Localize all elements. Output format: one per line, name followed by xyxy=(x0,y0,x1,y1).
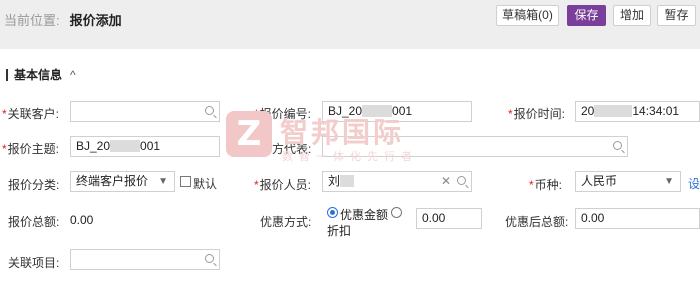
discount-amount-option-label: 优惠金额 xyxy=(340,208,389,222)
staff-label: *报价人员: xyxy=(254,178,312,192)
default-label: 默认 xyxy=(193,177,218,191)
quote-no-field[interactable]: BJ_20 001 xyxy=(322,101,472,122)
redacted-block xyxy=(594,105,633,117)
section-marker xyxy=(6,69,8,81)
currency-label: *币种: xyxy=(529,178,563,192)
breadcrumb-prefix: 当前位置: xyxy=(4,13,60,28)
subject-label: *报价主题: xyxy=(2,142,60,156)
quote-time-label: *报价时间: xyxy=(508,107,566,121)
staff-field[interactable]: 刘 ✕ xyxy=(322,171,472,192)
after-total-field[interactable]: 0.00 xyxy=(575,208,700,229)
clear-icon[interactable]: ✕ xyxy=(441,172,451,191)
page-title: 报价添加 xyxy=(69,13,122,28)
redacted-block xyxy=(110,140,141,152)
quote-no-label: *报价编号: xyxy=(254,107,312,121)
discount-method-label: 优惠方式: xyxy=(260,215,312,229)
after-total-label: 优惠后总额: xyxy=(505,215,569,229)
discount-rate-radio[interactable] xyxy=(391,207,402,218)
search-icon[interactable] xyxy=(613,141,622,150)
category-select[interactable]: 终端客户报价 ▼ xyxy=(70,171,175,192)
discount-amount-radio[interactable] xyxy=(327,207,338,218)
quote-time-field[interactable]: 20 14:34:01 xyxy=(575,101,700,122)
search-icon[interactable] xyxy=(205,254,214,263)
default-checkbox[interactable] xyxy=(180,176,191,187)
customer-field[interactable] xyxy=(70,101,220,122)
total-value: 0.00 xyxy=(70,213,94,227)
currency-settings-link[interactable]: 设 xyxy=(688,175,700,192)
search-icon[interactable] xyxy=(457,176,466,185)
section-title: 基本信息 xyxy=(14,68,63,82)
redacted-block xyxy=(362,105,393,117)
total-label: 报价总额: xyxy=(8,215,60,229)
currency-select[interactable]: 人民币 ▼ xyxy=(575,171,681,192)
save-button[interactable]: 保存 xyxy=(567,5,606,26)
section-basic-info[interactable]: 基本信息 ^ xyxy=(6,66,76,83)
counterpart-field[interactable] xyxy=(322,136,628,157)
category-label: 报价分类: xyxy=(8,178,60,192)
redacted-block xyxy=(340,175,355,187)
chevron-down-icon: ▼ xyxy=(158,176,168,187)
subject-field[interactable]: BJ_20 001 xyxy=(70,136,220,157)
top-bar: 当前位置: 报价添加 草稿箱(0) 保存 增加 暂存 xyxy=(0,0,700,49)
search-icon[interactable] xyxy=(205,106,214,115)
discount-rate-option-label: 折扣 xyxy=(327,224,352,238)
collapse-chevron-icon[interactable]: ^ xyxy=(70,68,76,82)
drafts-button[interactable]: 草稿箱(0) xyxy=(496,5,559,26)
counterpart-label: 对方代表: xyxy=(260,142,312,156)
temp-save-button[interactable]: 暂存 xyxy=(657,5,696,26)
project-field[interactable] xyxy=(70,249,220,270)
add-button[interactable]: 增加 xyxy=(613,5,651,26)
customer-label: *关联客户: xyxy=(2,107,60,121)
project-label: 关联项目: xyxy=(8,256,60,270)
chevron-down-icon: ▼ xyxy=(664,176,674,187)
breadcrumb: 当前位置: 报价添加 xyxy=(4,10,122,29)
discount-amount-input[interactable]: 0.00 xyxy=(416,208,482,229)
